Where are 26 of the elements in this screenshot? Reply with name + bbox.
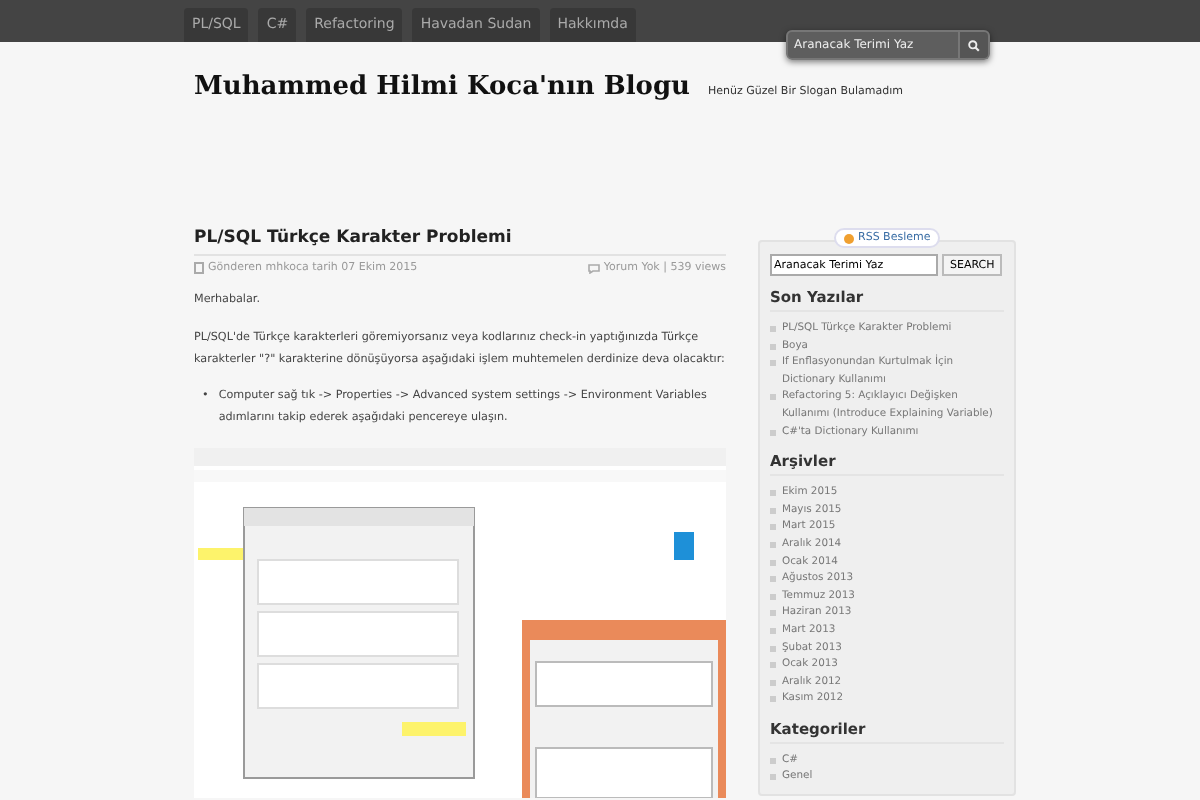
bullet-icon — [770, 507, 776, 514]
bullet-icon — [770, 696, 776, 703]
bullet-icon — [770, 774, 776, 781]
bullet-icon — [770, 610, 776, 617]
bullet-icon — [770, 429, 776, 436]
bullet-icon — [770, 326, 776, 332]
bullet-icon — [770, 662, 776, 669]
bullet-icon — [770, 541, 776, 548]
bullet-icon — [770, 559, 776, 566]
bullet-icon — [770, 645, 776, 651]
bullet-icon — [770, 593, 776, 600]
post-title[interactable]: PL/SQL Türkçe Karakter Problemi — [194, 228, 726, 256]
bullet-icon — [770, 343, 776, 350]
bullet-icon — [770, 360, 776, 367]
comment-icon — [587, 263, 600, 273]
bullet-icon — [770, 490, 776, 497]
bullet-icon — [770, 679, 776, 686]
bullet-icon — [770, 394, 776, 401]
document-icon — [194, 262, 204, 274]
bullet-icon — [770, 576, 776, 583]
site-title[interactable]: Muhammed Hilmi Koca'nın Blogu — [194, 72, 691, 102]
bullet-icon — [770, 524, 776, 531]
bullet-icon — [770, 757, 776, 764]
search-button[interactable] — [960, 30, 990, 60]
bullet-icon — [770, 627, 776, 634]
search-icon — [968, 39, 980, 51]
